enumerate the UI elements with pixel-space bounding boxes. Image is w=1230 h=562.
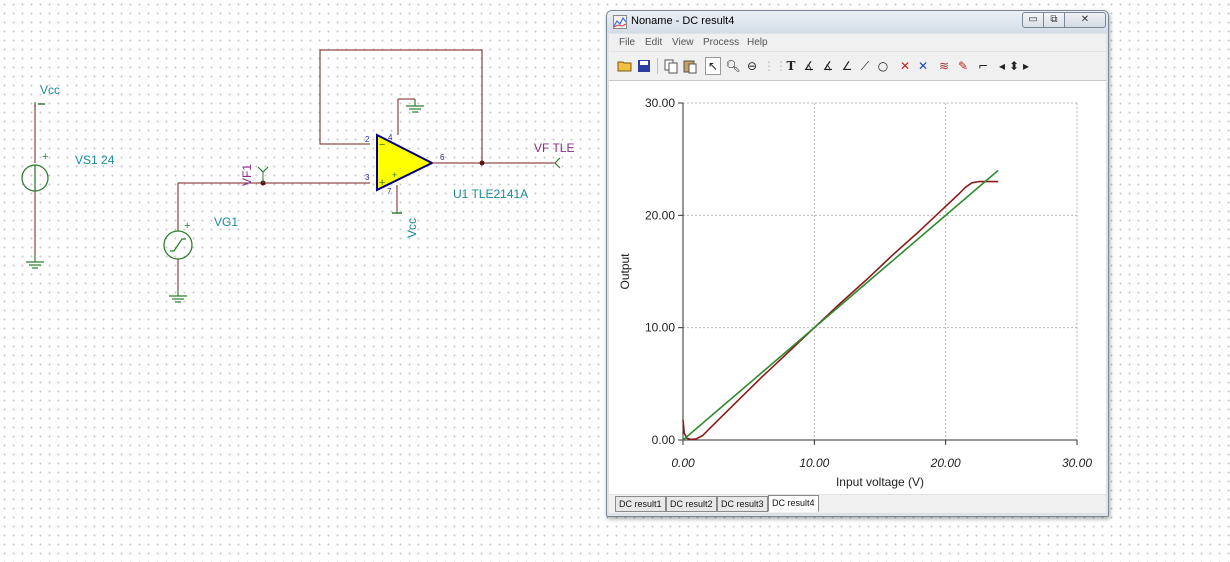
title-bar[interactable]: Noname - DC result4 ▭ ⧉ ✕ (607, 11, 1108, 33)
x-tick-label: 20.00 (930, 456, 961, 470)
close-button[interactable]: ✕ (1064, 12, 1106, 28)
menu-file[interactable]: File (619, 37, 635, 48)
vf1-label: VF1 (240, 164, 254, 186)
y-tick-label: 0.00 (652, 433, 676, 447)
arrow-right-icon[interactable]: ▸ (1021, 58, 1031, 74)
svg-text:+: + (379, 177, 385, 189)
open-icon[interactable] (617, 58, 633, 74)
circle-icon[interactable]: ○ (875, 58, 891, 74)
x-tick-label: 10.00 (799, 456, 829, 470)
restore-icon: ⧉ (1050, 14, 1058, 25)
feedback-wire (319, 49, 483, 163)
vs1-voltage-source[interactable]: + Vcc VS1 24 (21, 83, 115, 269)
result-tabs: DC result1 DC result2 DC result3 DC result4 (609, 495, 1106, 513)
vf-tle-label: VF TLE (534, 141, 574, 155)
vs1-label: VS1 24 (75, 153, 115, 167)
x-axis-label: Input voltage (V) (836, 475, 924, 489)
paste-icon[interactable] (682, 58, 698, 74)
svg-text:2: 2 (365, 135, 370, 144)
arrow-left-icon[interactable]: ◂ (997, 58, 1007, 74)
cursor-b-icon[interactable]: ∡ (820, 58, 836, 74)
menu-help[interactable]: Help (747, 37, 768, 48)
svg-text:6: 6 (440, 153, 445, 162)
plot-area[interactable]: 0.00 0.00 10.00 10.00 20.00 20.00 30.00 30.00 In… (609, 81, 1106, 494)
svg-text:+: + (392, 170, 397, 180)
save-icon[interactable] (636, 58, 652, 74)
window-title: Noname - DC result4 (631, 15, 735, 27)
vf-tle-probe[interactable]: VF TLE (534, 141, 574, 169)
y-tick-label: 10.00 (645, 321, 675, 335)
y-tick-label: 30.00 (645, 96, 675, 110)
opamp-u1[interactable]: − + + 2 3 4 7 6 U1 TLE2141A Vcc (365, 98, 555, 238)
minimize-button[interactable]: ▭ (1022, 12, 1044, 28)
menu-edit[interactable]: Edit (645, 37, 662, 48)
svg-text:3: 3 (365, 173, 370, 182)
curves-icon[interactable]: ≋ (936, 58, 952, 74)
corner-icon[interactable]: ⌐ (975, 58, 991, 74)
marker-a-icon[interactable]: ✕ (897, 58, 913, 74)
menu-view[interactable]: View (672, 37, 694, 48)
marker-b-icon[interactable]: ✕ (915, 58, 931, 74)
svg-text:+: + (184, 220, 190, 232)
ground-symbol-opamp (406, 99, 424, 113)
dc-transfer-chart[interactable]: 0.00 0.00 10.00 10.00 20.00 20.00 30.00 30.00 In… (609, 81, 1106, 494)
toolbar: ↖ 🔍︎ ⊖ ⋮⋮ T ∡ ∡ ∠ ⟋ ○ ✕ ✕ ≋ ✎ ⌐ ◂ ⬍ ▸ (609, 52, 1106, 81)
text-icon[interactable]: T (783, 58, 799, 74)
opamp-label: U1 TLE2141A (453, 187, 528, 201)
svg-text:−: − (379, 139, 385, 151)
tab-dc-result-4[interactable]: DC result4 (768, 495, 819, 512)
series-line-2[interactable] (682, 169, 999, 441)
formula-icon[interactable]: ∠ (839, 58, 855, 74)
x-tick-label: 30.00 (1062, 456, 1092, 470)
tab-dc-result-3[interactable]: DC result3 (717, 496, 768, 512)
y-axis-label: Output (618, 253, 632, 290)
minimize-icon: ▭ (1028, 14, 1038, 25)
ground-symbol-vg1 (169, 290, 187, 303)
circuit-schematic[interactable]: + Vcc VS1 24 + VG1 VF1 − + + 2 3 4 7 6 U… (0, 0, 600, 562)
arrows-updown-icon[interactable]: ⬍ (1007, 58, 1021, 74)
y-tick-label: 20.00 (645, 208, 675, 222)
x-tick-label: 0.00 (671, 456, 695, 470)
menu-bar: File Edit View Process Help (609, 34, 1106, 51)
vcc-label: Vcc (40, 83, 60, 97)
app-icon (613, 15, 627, 29)
svg-text:7: 7 (387, 187, 392, 196)
tab-dc-result-2[interactable]: DC result2 (666, 496, 717, 512)
vg1-label: VG1 (214, 215, 238, 229)
copy-icon[interactable] (663, 58, 679, 74)
dc-result-window[interactable]: Noname - DC result4 ▭ ⧉ ✕ File Edit View… (606, 10, 1109, 517)
maximize-button[interactable]: ⧉ (1043, 12, 1065, 28)
vg1-generator[interactable]: + VG1 (163, 182, 370, 303)
pen-icon[interactable]: ✎ (955, 58, 971, 74)
opamp-vcc-label: Vcc (405, 218, 419, 238)
menu-process[interactable]: Process (703, 37, 739, 48)
cursor-a-icon[interactable]: ∡ (801, 58, 817, 74)
svg-text:+: + (42, 151, 48, 163)
zoom-100-icon[interactable]: ⊖ (744, 58, 760, 74)
pointer-icon[interactable]: ↖ (705, 57, 721, 75)
tab-dc-result-1[interactable]: DC result1 (615, 496, 666, 512)
ground-symbol-vs1 (26, 255, 44, 269)
svg-text:4: 4 (388, 133, 393, 142)
close-icon: ✕ (1080, 14, 1090, 25)
grid-icon[interactable]: ⋮⋮ (763, 58, 787, 74)
series-line-1[interactable] (682, 180, 999, 441)
line-icon[interactable]: ⟋ (857, 58, 873, 74)
zoom-in-icon[interactable]: 🔍︎ (725, 58, 741, 74)
